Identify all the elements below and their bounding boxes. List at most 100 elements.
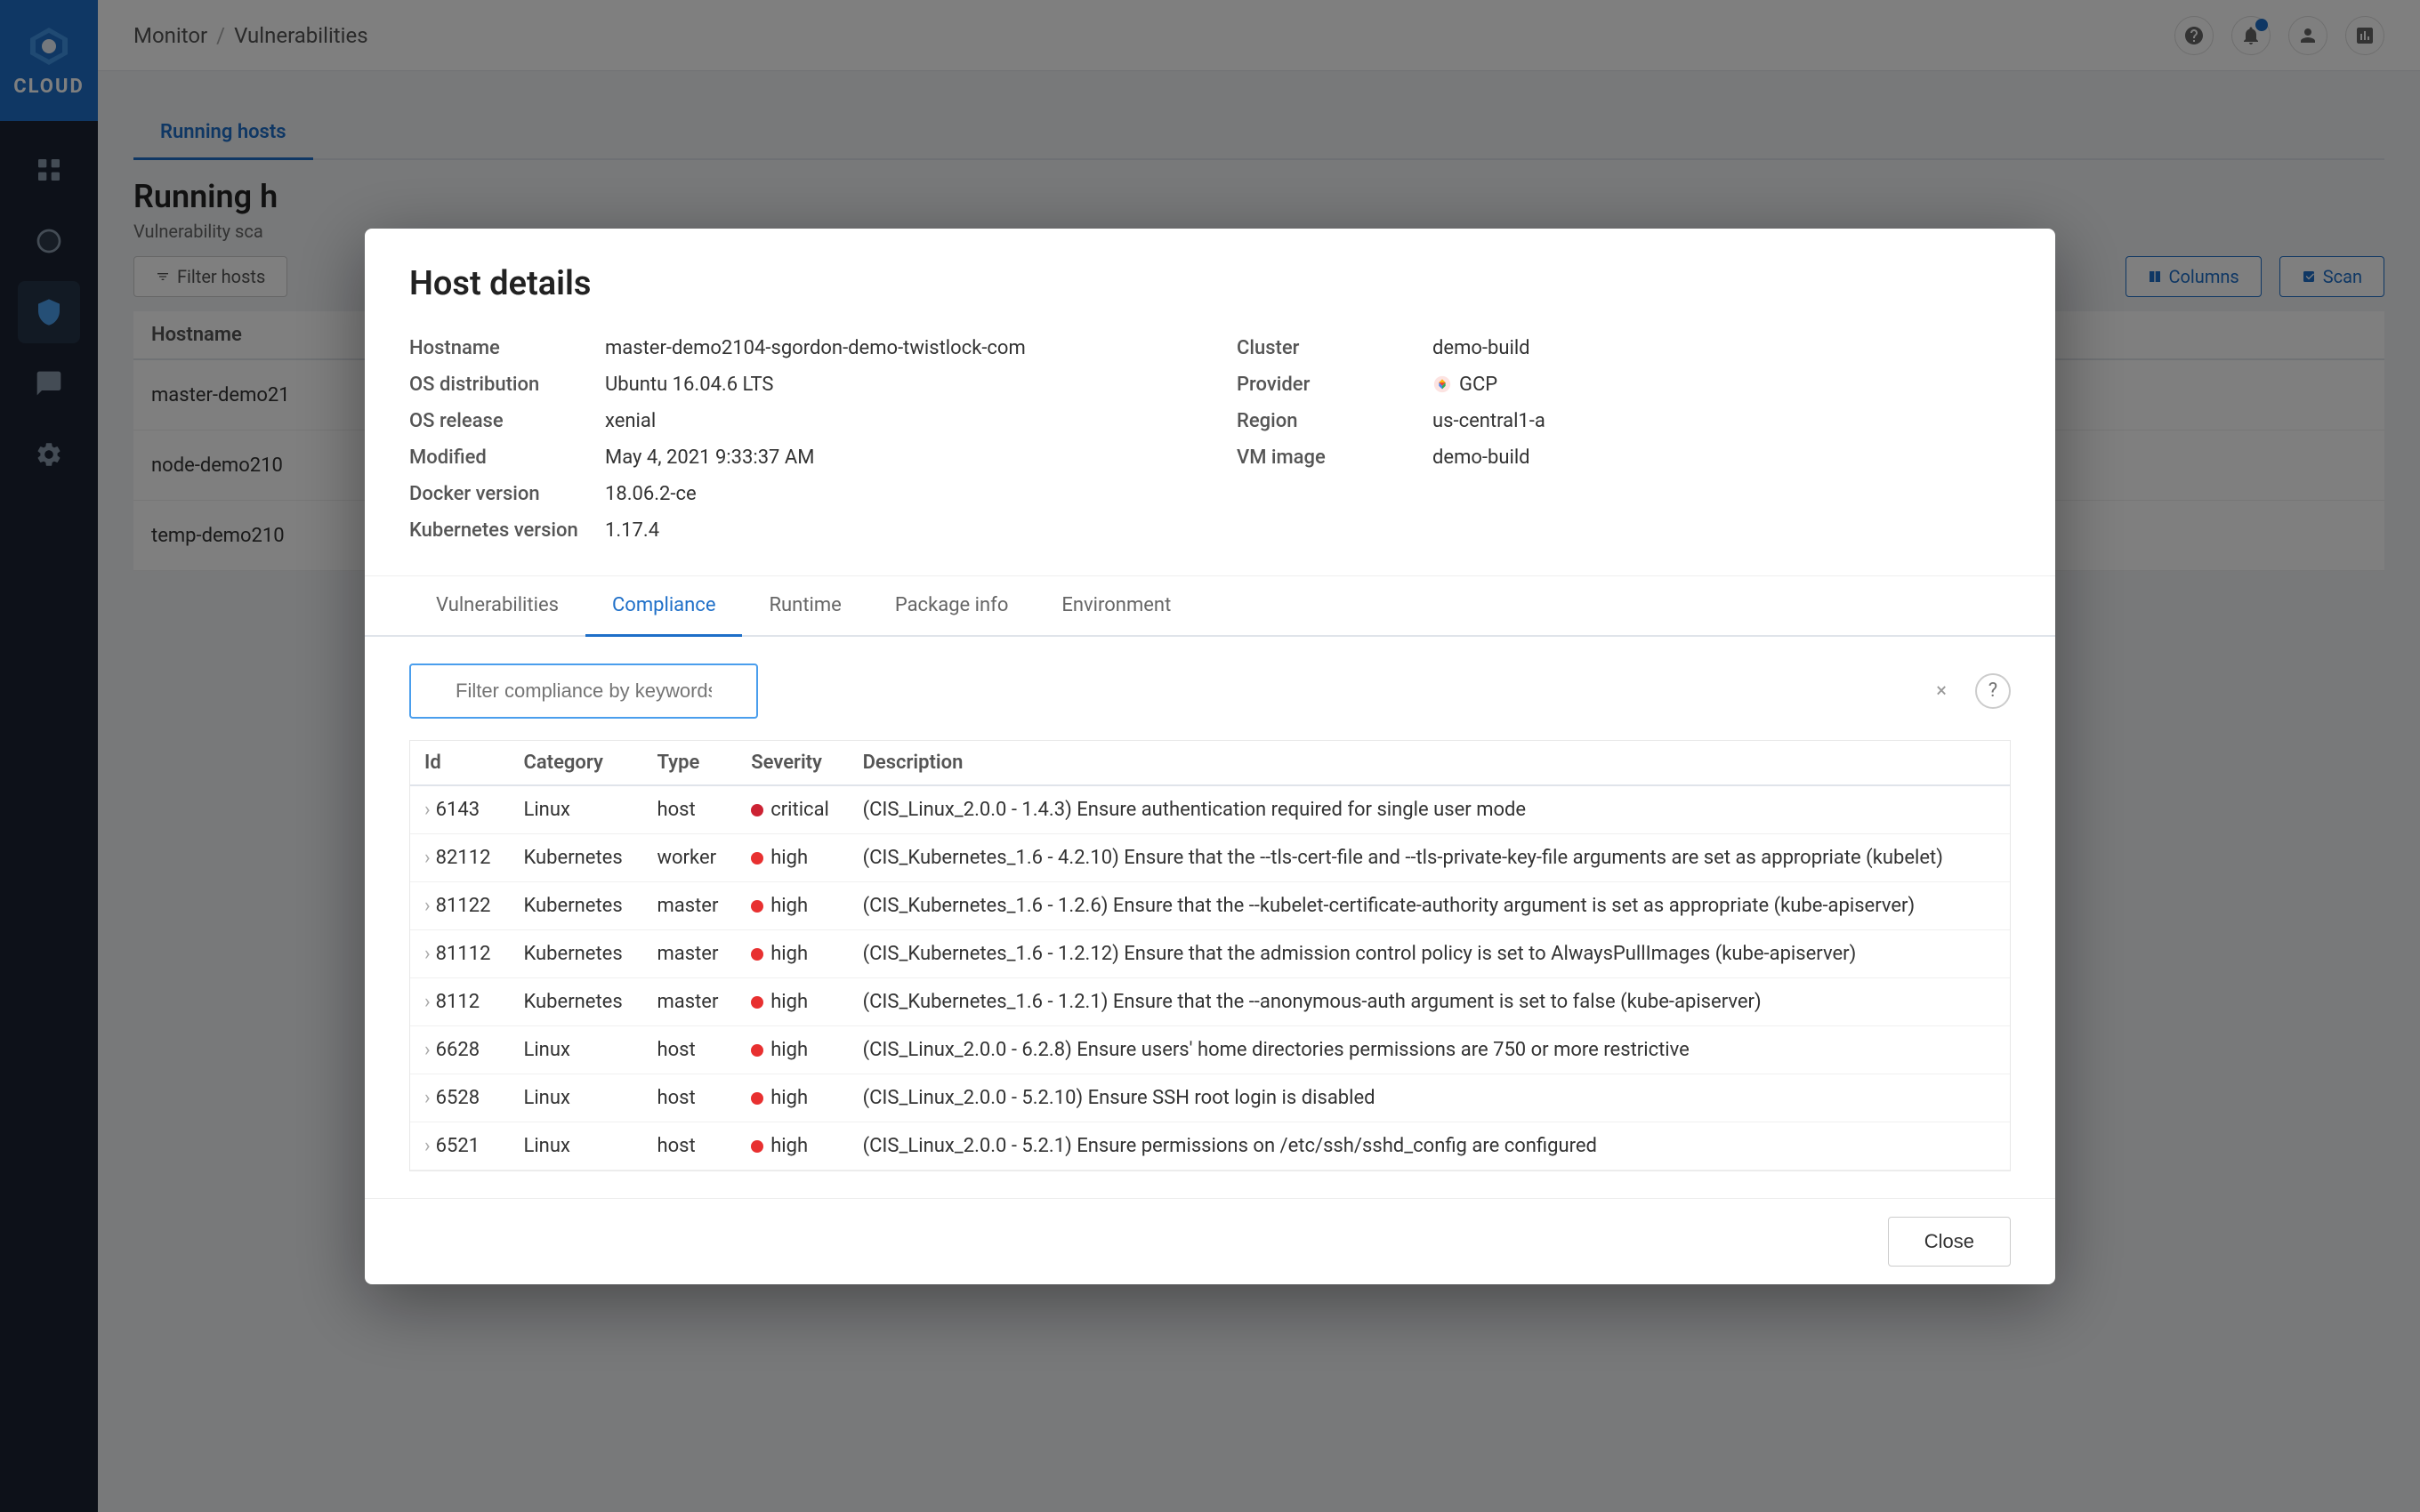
meta-left: Hostname master-demo2104-sgordon-demo-tw… bbox=[409, 330, 1183, 549]
meta-modified: Modified May 4, 2021 9:33:37 AM bbox=[409, 439, 1183, 476]
cell-category: Kubernetes bbox=[509, 929, 642, 977]
meta-right: Cluster demo-build Provider bbox=[1237, 330, 2011, 549]
cell-type: host bbox=[642, 1025, 737, 1074]
cell-category: Kubernetes bbox=[509, 881, 642, 929]
host-metadata: Hostname master-demo2104-sgordon-demo-tw… bbox=[409, 330, 2011, 549]
col-category: Category bbox=[509, 741, 642, 785]
compliance-table-container[interactable]: Id Category Type Severity Description ›6… bbox=[409, 740, 2011, 1171]
label-vm-image: VM image bbox=[1237, 446, 1432, 469]
table-row[interactable]: ›82112 Kubernetes worker high (CIS_Kuber… bbox=[410, 833, 2010, 881]
cell-type: host bbox=[642, 785, 737, 834]
cell-description: (CIS_Kubernetes_1.6 - 1.2.12) Ensure tha… bbox=[849, 929, 2010, 977]
cell-type: host bbox=[642, 1122, 737, 1170]
modal-footer: Close bbox=[365, 1198, 2055, 1284]
compliance-filter-input[interactable] bbox=[409, 664, 758, 719]
tab-vulnerabilities[interactable]: Vulnerabilities bbox=[409, 576, 585, 637]
cell-id: ›81122 bbox=[410, 881, 509, 929]
table-row[interactable]: ›81112 Kubernetes master high (CIS_Kuber… bbox=[410, 929, 2010, 977]
cell-type: worker bbox=[642, 833, 737, 881]
compliance-help-button[interactable]: ? bbox=[1975, 673, 2011, 709]
cell-severity: high bbox=[737, 881, 848, 929]
meta-k8s: Kubernetes version 1.17.4 bbox=[409, 512, 1183, 549]
table-row[interactable]: ›6628 Linux host high (CIS_Linux_2.0.0 -… bbox=[410, 1025, 2010, 1074]
cell-type: master bbox=[642, 881, 737, 929]
label-modified: Modified bbox=[409, 446, 605, 469]
value-k8s: 1.17.4 bbox=[605, 519, 1183, 542]
cell-id: ›6628 bbox=[410, 1025, 509, 1074]
meta-cluster: Cluster demo-build bbox=[1237, 330, 2011, 366]
cell-category: Linux bbox=[509, 1074, 642, 1122]
table-row[interactable]: ›6528 Linux host high (CIS_Linux_2.0.0 -… bbox=[410, 1074, 2010, 1122]
table-row[interactable]: ›81122 Kubernetes master high (CIS_Kuber… bbox=[410, 881, 2010, 929]
col-type: Type bbox=[642, 741, 737, 785]
cell-description: (CIS_Linux_2.0.0 - 5.2.1) Ensure permiss… bbox=[849, 1122, 2010, 1170]
compliance-table: Id Category Type Severity Description ›6… bbox=[410, 741, 2010, 1170]
label-os-dist: OS distribution bbox=[409, 374, 605, 396]
label-os-release: OS release bbox=[409, 410, 605, 432]
cell-id: ›81112 bbox=[410, 929, 509, 977]
cell-severity: critical bbox=[737, 785, 848, 834]
label-k8s: Kubernetes version bbox=[409, 519, 605, 542]
label-cluster: Cluster bbox=[1237, 337, 1432, 359]
cell-type: master bbox=[642, 977, 737, 1025]
value-os-release: xenial bbox=[605, 410, 1183, 432]
gcp-icon bbox=[1432, 374, 1452, 394]
value-provider: GCP bbox=[1432, 374, 2011, 396]
compliance-filter-row: ⊞ × ? bbox=[409, 664, 2011, 719]
cell-category: Linux bbox=[509, 1122, 642, 1170]
table-row[interactable]: ›6143 Linux host critical (CIS_Linux_2.0… bbox=[410, 785, 2010, 834]
tab-compliance[interactable]: Compliance bbox=[585, 576, 743, 637]
cell-description: (CIS_Kubernetes_1.6 - 1.2.1) Ensure that… bbox=[849, 977, 2010, 1025]
tab-environment[interactable]: Environment bbox=[1035, 576, 1198, 637]
cell-id: ›6143 bbox=[410, 785, 509, 834]
cell-description: (CIS_Linux_2.0.0 - 1.4.3) Ensure authent… bbox=[849, 785, 2010, 834]
cell-description: (CIS_Kubernetes_1.6 - 4.2.10) Ensure tha… bbox=[849, 833, 2010, 881]
label-region: Region bbox=[1237, 410, 1432, 432]
cell-description: (CIS_Linux_2.0.0 - 5.2.10) Ensure SSH ro… bbox=[849, 1074, 2010, 1122]
cell-id: ›8112 bbox=[410, 977, 509, 1025]
col-id: Id bbox=[410, 741, 509, 785]
cell-severity: high bbox=[737, 929, 848, 977]
cell-description: (CIS_Kubernetes_1.6 - 1.2.6) Ensure that… bbox=[849, 881, 2010, 929]
cell-description: (CIS_Linux_2.0.0 - 6.2.8) Ensure users' … bbox=[849, 1025, 2010, 1074]
meta-vm-image: VM image demo-build bbox=[1237, 439, 2011, 476]
value-vm-image: demo-build bbox=[1432, 446, 2011, 469]
modal-title: Host details bbox=[409, 264, 2011, 303]
table-row[interactable]: ›8112 Kubernetes master high (CIS_Kubern… bbox=[410, 977, 2010, 1025]
label-provider: Provider bbox=[1237, 374, 1432, 396]
cell-severity: high bbox=[737, 1122, 848, 1170]
col-description: Description bbox=[849, 741, 2010, 785]
tab-package-info[interactable]: Package info bbox=[868, 576, 1036, 637]
value-os-dist: Ubuntu 16.04.6 LTS bbox=[605, 374, 1183, 396]
cell-severity: high bbox=[737, 833, 848, 881]
meta-docker: Docker version 18.06.2-ce bbox=[409, 476, 1183, 512]
cell-severity: high bbox=[737, 1074, 848, 1122]
close-button[interactable]: Close bbox=[1888, 1217, 2011, 1267]
modal-body: ⊞ × ? Id Category Type Severity Descr bbox=[365, 637, 2055, 1198]
value-cluster: demo-build bbox=[1432, 337, 2011, 359]
modal-overlay[interactable]: Host details Hostname master-demo2104-sg… bbox=[0, 0, 2420, 1512]
meta-region: Region us-central1-a bbox=[1237, 403, 2011, 439]
cell-category: Linux bbox=[509, 1025, 642, 1074]
host-details-modal: Host details Hostname master-demo2104-sg… bbox=[365, 229, 2055, 1284]
value-docker: 18.06.2-ce bbox=[605, 483, 1183, 505]
cell-id: ›6528 bbox=[410, 1074, 509, 1122]
modal-tabs: Vulnerabilities Compliance Runtime Packa… bbox=[365, 576, 2055, 637]
tab-runtime[interactable]: Runtime bbox=[742, 576, 867, 637]
cell-type: master bbox=[642, 929, 737, 977]
meta-os-dist: OS distribution Ubuntu 16.04.6 LTS bbox=[409, 366, 1183, 403]
meta-hostname: Hostname master-demo2104-sgordon-demo-tw… bbox=[409, 330, 1183, 366]
cell-id: ›6521 bbox=[410, 1122, 509, 1170]
value-hostname: master-demo2104-sgordon-demo-twistlock-c… bbox=[605, 337, 1183, 359]
cell-severity: high bbox=[737, 977, 848, 1025]
value-modified: May 4, 2021 9:33:37 AM bbox=[605, 446, 1183, 469]
meta-os-release: OS release xenial bbox=[409, 403, 1183, 439]
table-row[interactable]: ›6521 Linux host high (CIS_Linux_2.0.0 -… bbox=[410, 1122, 2010, 1170]
cell-category: Linux bbox=[509, 785, 642, 834]
cell-type: host bbox=[642, 1074, 737, 1122]
compliance-filter-clear[interactable]: × bbox=[1936, 680, 1947, 702]
cell-severity: high bbox=[737, 1025, 848, 1074]
cell-id: ›82112 bbox=[410, 833, 509, 881]
label-docker: Docker version bbox=[409, 483, 605, 505]
compliance-filter-wrap: ⊞ × bbox=[409, 664, 1961, 719]
